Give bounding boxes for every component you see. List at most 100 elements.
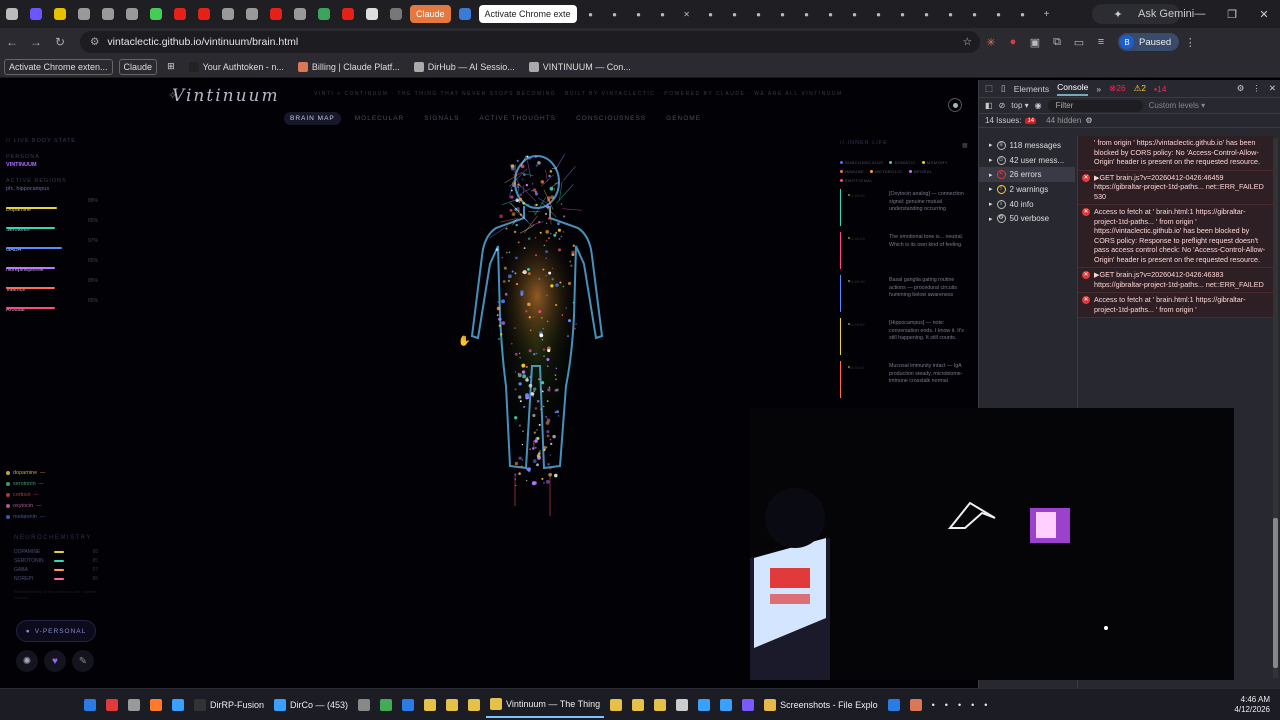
extension-icon[interactable]: ✳ [980,36,1002,49]
taskbar-item[interactable] [376,692,396,718]
github-icon[interactable]: ● [939,2,963,26]
app-icon[interactable] [96,2,120,26]
app-icon[interactable] [288,2,312,26]
app-icon[interactable] [144,2,168,26]
orb-icon[interactable] [948,98,962,112]
console-message[interactable]: ✕ ▶GET brain.js?v=20260412-0426:46459 htt… [1078,170,1273,205]
app-icon[interactable] [120,2,144,26]
taskbar-item[interactable] [146,692,166,718]
close-window-icon[interactable]: ✕ [1248,8,1280,21]
taskbar-item[interactable] [906,692,926,718]
globe-icon[interactable] [72,2,96,26]
cast-icon[interactable]: ▭ [1068,36,1090,49]
docs-icon[interactable] [453,2,477,26]
taskbar-item[interactable] [124,692,144,718]
download-icon[interactable] [0,2,24,26]
console-filter-3[interactable]: ▸! 2 warnings [979,182,1075,197]
tab-elements[interactable]: Elements [1014,84,1049,94]
console-filter-2[interactable]: ▸ ✕ 26 errors [979,167,1075,183]
notification-icon[interactable]: • [980,692,991,718]
grid-icon[interactable]: ▦ [962,142,968,149]
settings-gear-icon[interactable]: ⚙ [1237,83,1245,94]
inner-life-filter[interactable]: EMOTIONAL [840,178,873,183]
globe-icon[interactable]: ● [915,2,939,26]
app-icon[interactable]: ● [987,2,1011,26]
app-icon[interactable]: ● [723,2,747,26]
site-info-icon[interactable]: ⚙ [90,36,99,48]
x-icon[interactable]: ● [867,2,891,26]
taskbar-item[interactable] [354,692,374,718]
x-icon[interactable] [360,2,384,26]
bookmark-item[interactable]: Billing | Claude Platf... [294,60,404,74]
youtube-icon[interactable] [192,2,216,26]
bookmark-item[interactable]: DirHub — AI Sessio... [410,60,519,74]
taskbar-item[interactable] [884,692,904,718]
taskbar-item[interactable] [738,692,758,718]
taskbar-item[interactable] [694,692,714,718]
globe-icon[interactable]: ● [699,2,723,26]
taskbar-item[interactable]: Screenshots - File Explo [760,692,882,718]
console-filter-4[interactable]: ▸ i 40 info [979,197,1075,212]
inner-life-filter[interactable]: SOMATIC [889,160,915,165]
more-tabs-icon[interactable]: » [1096,84,1101,94]
taskbar-item[interactable]: DirRP-Fusion [190,692,268,718]
inspect-icon[interactable]: ⬚ [985,83,993,94]
nav-tab[interactable]: MOLECULAR [349,112,410,125]
taskbar-item[interactable] [650,692,670,718]
d-icon[interactable] [48,2,72,26]
eye-icon[interactable]: ◉ [1035,101,1042,110]
taskbar-item[interactable] [606,692,626,718]
address-bar[interactable]: ⚙ vintaclectic.github.io/vintinuum/brain… [80,31,980,53]
taskbar-item[interactable] [102,692,122,718]
console-filter-0[interactable]: ▸ ≡ 118 messages [979,138,1075,153]
reload-icon[interactable]: ↻ [48,30,72,54]
console-message[interactable]: ✕ Access to fetch at ' brain.html:1 https… [1078,205,1273,268]
apps-grid-icon[interactable]: ⊞ [163,59,179,74]
chevron-up-icon[interactable]: • [928,692,939,718]
taskbar-item[interactable] [80,692,100,718]
inner-life-filter[interactable]: MEMORY [921,160,948,165]
brain-icon[interactable]: ✺ [16,650,38,672]
issue-count[interactable]: ▪14 [1154,84,1166,94]
bookmark-star-icon[interactable]: ☆ [963,36,972,48]
globe-icon[interactable]: ● [603,2,627,26]
taskbar-item[interactable] [420,692,440,718]
console-message[interactable]: ✕ Access to fetch at ' brain.html:1 https… [1078,293,1273,318]
heart-icon[interactable]: ♥ [44,650,66,672]
taskbar-item[interactable]: Vintinuum — The Thing [486,692,605,718]
youtube-icon[interactable] [264,2,288,26]
clear-console-icon[interactable]: ⊘ [999,101,1006,110]
console-scrollbar[interactable] [1273,138,1278,678]
new-tab-icon[interactable]: + [1035,2,1059,26]
bookmark-item[interactable]: VINTINUUM — Con... [525,60,635,74]
nav-tab[interactable]: CONSCIOUSNESS [570,112,652,125]
forward-icon[interactable]: → [24,30,48,54]
menu-icon[interactable]: ⋮ [1179,36,1201,49]
close-devtools-icon[interactable]: ✕ [1269,83,1276,94]
bookmark-item[interactable]: Your Authtoken - n... [185,60,288,74]
volume-icon[interactable]: • [967,692,978,718]
reading-list-icon[interactable]: ≡ [1090,36,1112,48]
pen-icon[interactable]: ✎ [72,650,94,672]
app-icon[interactable]: ● [819,2,843,26]
battery-icon[interactable]: • [941,692,952,718]
app-icon[interactable]: ● [1011,2,1035,26]
system-clock[interactable]: 4:46 AM 4/12/2026 [1234,695,1280,715]
taskbar-item[interactable] [398,692,418,718]
kebab-menu-icon[interactable]: ⋮ [1252,83,1261,94]
d-icon[interactable]: ● [747,2,771,26]
app-icon[interactable] [24,2,48,26]
extension-icon[interactable]: ▣ [1024,36,1046,49]
sidebar-toggle-icon[interactable]: ◧ [985,101,993,110]
bookmark-item[interactable]: Claude [118,58,158,75]
taskbar-item[interactable] [672,692,692,718]
taskbar-item[interactable] [628,692,648,718]
taskbar-item[interactable] [442,692,462,718]
bookmark-item[interactable]: Activate Chrome exten... [4,58,113,75]
nav-tab[interactable]: ACTIVE THOUGHTS [473,112,562,125]
globe-icon[interactable] [216,2,240,26]
nav-tab[interactable]: SIGNALS [418,112,465,125]
youtube-icon[interactable]: ● [891,2,915,26]
globe-icon[interactable]: ● [579,2,603,26]
inner-life-filter[interactable]: SUBCONSCIOUS [840,160,883,165]
